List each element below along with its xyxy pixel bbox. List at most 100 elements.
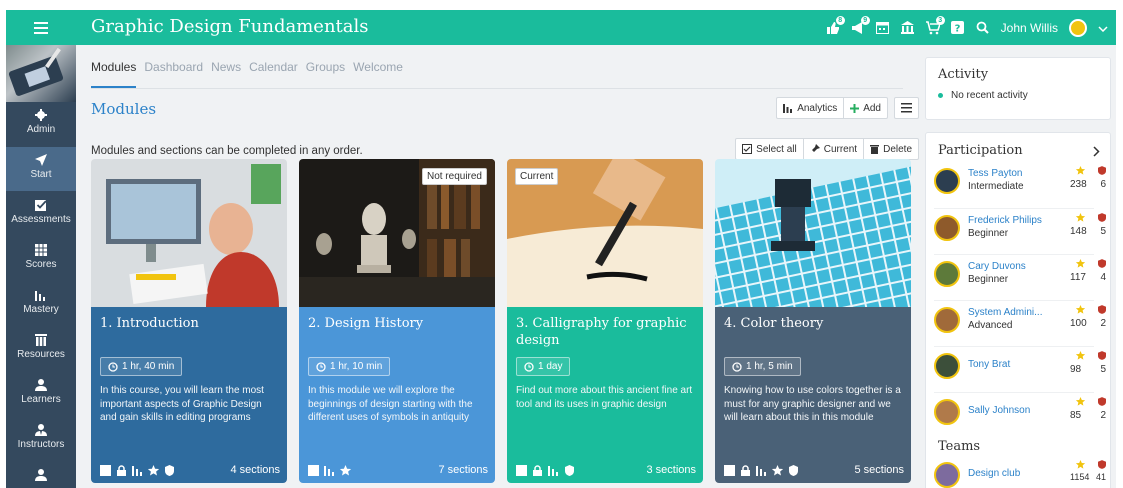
- badges-count: 4: [1100, 272, 1106, 283]
- participant-row[interactable]: Cary Duvons Beginner 117 4: [934, 256, 1106, 296]
- help-icon[interactable]: ?: [951, 21, 965, 35]
- badge-icon: [1098, 213, 1106, 225]
- chevron-right-icon[interactable]: [1093, 144, 1100, 162]
- badges-count: 6: [1100, 179, 1106, 190]
- duration-text: 1 hr, 40 min: [122, 361, 175, 372]
- avatar: [934, 307, 960, 333]
- chevron-down-icon[interactable]: [1098, 19, 1108, 37]
- participation-panel: Participation Tess Payton Intermediate 2…: [925, 132, 1111, 488]
- sidebar-item-scores[interactable]: Scores: [6, 237, 76, 281]
- tab-groups[interactable]: Groups: [306, 60, 345, 88]
- participant-name[interactable]: Cary Duvons: [968, 261, 1026, 272]
- sidebar-item-learners[interactable]: Learners: [6, 372, 76, 416]
- sidebar-item-assessments[interactable]: Assessments: [6, 192, 76, 236]
- team-stats: 1154 41: [1070, 460, 1110, 482]
- module-card[interactable]: Not required 2. Design History 1 hr, 10 …: [299, 159, 495, 483]
- delete-button[interactable]: Delete: [864, 139, 918, 159]
- analytics-add-group: Analytics Add: [776, 97, 888, 119]
- books-icon: [35, 334, 47, 346]
- add-label: Add: [863, 102, 881, 114]
- participant-name[interactable]: Tony Brat: [968, 359, 1010, 370]
- star-icon: [148, 464, 159, 475]
- current-button[interactable]: Current: [804, 139, 865, 159]
- badges-count: 5: [1100, 364, 1106, 375]
- calendar-icon[interactable]: [876, 21, 890, 35]
- cart-icon[interactable]: 3: [925, 15, 945, 35]
- shield-icon: [565, 464, 574, 476]
- menu-icon[interactable]: [6, 10, 76, 45]
- sidebar-item-resources[interactable]: Resources: [6, 327, 76, 371]
- card-description: Knowing how to use colors together is a …: [724, 385, 901, 423]
- clock-icon: [316, 361, 326, 372]
- avatar: [934, 168, 960, 194]
- checkbox-icon[interactable]: [100, 464, 111, 476]
- list-view-button[interactable]: [894, 97, 919, 119]
- tab-modules[interactable]: Modules: [91, 60, 137, 88]
- checkbox-icon[interactable]: [308, 464, 319, 476]
- clock-icon: [524, 361, 534, 372]
- module-card[interactable]: Current 3. Calligraphy for graphic desig…: [507, 159, 703, 483]
- participant-row[interactable]: System Admini... Advanced 100 2: [934, 302, 1106, 342]
- sidebar-item-mastery[interactable]: Mastery: [6, 282, 76, 326]
- search-icon[interactable]: [976, 21, 990, 35]
- badges-count: 5: [1100, 226, 1106, 237]
- duration-text: 1 hr, 5 min: [746, 361, 793, 372]
- participant-row[interactable]: Tony Brat 98 5: [934, 348, 1106, 388]
- module-card[interactable]: 4. Color theory 1 hr, 5 min Knowing how …: [715, 159, 911, 483]
- participant-name[interactable]: Sally Johnson: [968, 405, 1030, 416]
- badge-icon: [1098, 166, 1106, 178]
- sidebar-item-more[interactable]: [6, 462, 76, 488]
- sidebar-item-label: Instructors: [17, 439, 65, 450]
- badge-icon: [1098, 460, 1106, 471]
- team-name[interactable]: Design club: [968, 468, 1020, 479]
- avatar: [934, 261, 960, 287]
- duration-badge: 1 hr, 5 min: [724, 357, 801, 376]
- sidebar-item-start[interactable]: Start: [6, 147, 76, 191]
- notification-badge: 8: [835, 15, 845, 25]
- notification-badge: 3: [935, 15, 945, 25]
- select-all-button[interactable]: Select all: [736, 139, 804, 159]
- star-icon: [340, 464, 351, 475]
- tab-news[interactable]: News: [211, 60, 241, 88]
- course-logo[interactable]: [6, 45, 76, 102]
- checkbox-icon[interactable]: [724, 464, 735, 476]
- delete-label: Delete: [883, 143, 912, 155]
- participant-row[interactable]: Sally Johnson 85 2: [934, 394, 1106, 434]
- team-row[interactable]: Design club 1154 41: [934, 457, 1106, 488]
- module-card[interactable]: 1. Introduction 1 hr, 40 min In this cou…: [91, 159, 287, 483]
- status-dot: [938, 93, 943, 98]
- user-name[interactable]: John Willis: [1001, 21, 1058, 35]
- status-tag: Current: [515, 168, 559, 185]
- tab-dashboard[interactable]: Dashboard: [144, 60, 203, 88]
- modules-toolbar: Analytics Add: [776, 97, 919, 119]
- duration-text: 1 hr, 10 min: [330, 361, 383, 372]
- institution-icon[interactable]: [901, 21, 915, 35]
- participant-name[interactable]: Frederick Philips: [968, 215, 1042, 226]
- selection-group: Select all Current Delete: [735, 138, 919, 160]
- participant-row[interactable]: Tess Payton Intermediate 238 6: [934, 163, 1106, 203]
- pin-icon: [809, 144, 820, 154]
- megaphone-icon[interactable]: 9: [851, 15, 870, 35]
- participant-row[interactable]: Frederick Philips Beginner 148 5: [934, 210, 1106, 250]
- card-footer: 7 sections: [308, 463, 488, 477]
- participant-name[interactable]: Tess Payton: [968, 168, 1022, 179]
- analytics-label: Analytics: [797, 102, 838, 114]
- analytics-button[interactable]: Analytics: [777, 98, 845, 118]
- main-content: Modules Dashboard News Calendar Groups W…: [76, 45, 919, 488]
- checkbox-icon[interactable]: [516, 464, 527, 476]
- tab-welcome[interactable]: Welcome: [353, 60, 403, 88]
- stars-count: 117: [1070, 272, 1086, 283]
- sidebar-item-admin[interactable]: Admin: [6, 102, 76, 146]
- add-button[interactable]: Add: [844, 98, 887, 118]
- tab-bar: Modules Dashboard News Calendar Groups W…: [91, 60, 403, 88]
- card-title: 2. Design History: [308, 316, 424, 331]
- tab-calendar[interactable]: Calendar: [249, 60, 298, 88]
- card-title: 3. Calligraphy for graphic design: [516, 316, 687, 348]
- card-footer: 3 sections: [516, 463, 696, 477]
- table-icon: [35, 244, 47, 256]
- sidebar-item-instructors[interactable]: Instructors: [6, 417, 76, 461]
- star-icon: [772, 464, 783, 475]
- thumbs-up-icon[interactable]: 8: [826, 15, 845, 35]
- participant-name[interactable]: System Admini...: [968, 307, 1042, 318]
- user-avatar[interactable]: [1069, 18, 1087, 37]
